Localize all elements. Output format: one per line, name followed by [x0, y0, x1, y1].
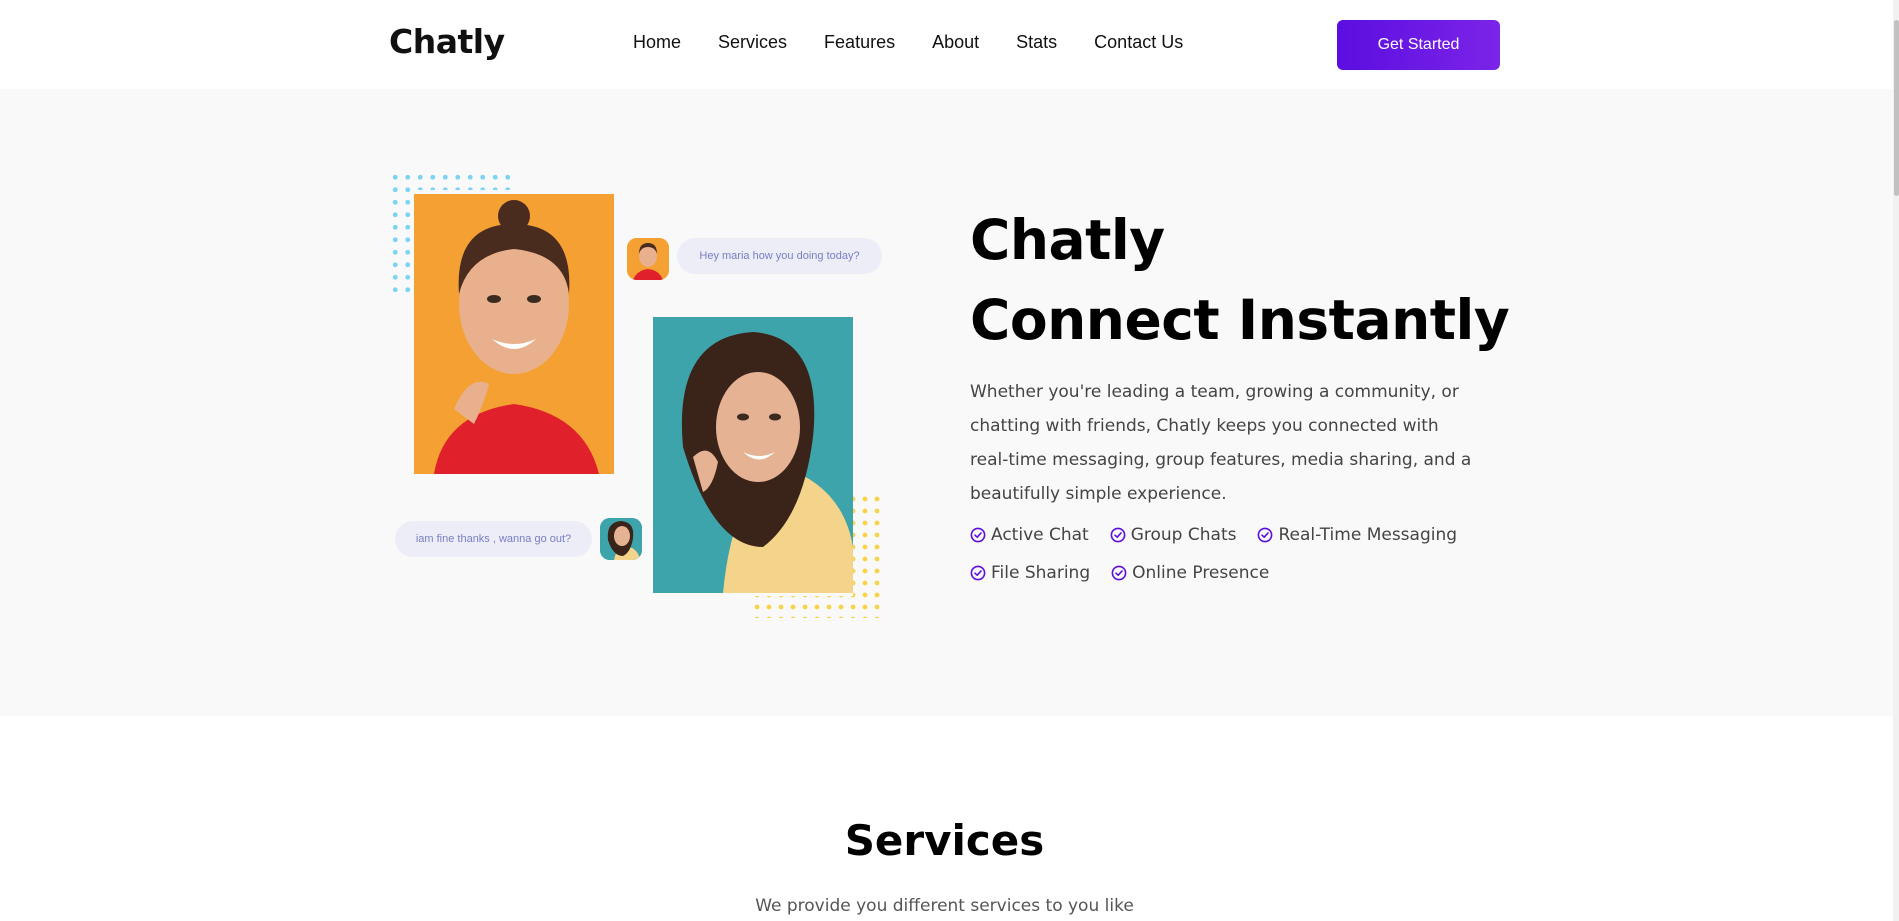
- logo[interactable]: Chatly: [389, 22, 505, 61]
- get-started-button[interactable]: Get Started: [1337, 20, 1500, 70]
- hero-description: Whether you're leading a team, growing a…: [970, 382, 1472, 504]
- feature-item: File Sharing: [970, 561, 1090, 585]
- feature-label: Group Chats: [1130, 525, 1237, 545]
- feature-item: Online Presence: [1111, 561, 1269, 585]
- hero-section: [0, 89, 1899, 716]
- hero-photo-woman-teal: [653, 317, 853, 593]
- hero-photo-woman-orange: [414, 194, 614, 474]
- check-circle-icon: [1110, 527, 1126, 543]
- hero-title: Chatly Connect Instantly: [970, 200, 1510, 360]
- feature-label: Active Chat: [991, 525, 1089, 545]
- nav-link-home[interactable]: Home: [633, 32, 681, 53]
- services-title: Services: [844, 816, 1045, 865]
- nav-link-contact[interactable]: Contact Us: [1094, 32, 1183, 53]
- feature-label: File Sharing: [991, 563, 1091, 583]
- feature-item: Group Chats: [1110, 523, 1237, 547]
- feature-list: Active Chat Group Chats Real-Time Messag…: [970, 523, 1490, 585]
- nav-links: Home Services Features About Stats Conta…: [633, 32, 1220, 53]
- feature-label: Real-Time Messaging: [1278, 525, 1458, 545]
- chat-bubble-reply: iam fine thanks , wanna go out?: [395, 521, 592, 557]
- hero-title-line-2: Connect Instantly: [970, 288, 1510, 352]
- feature-item: Active Chat: [970, 523, 1089, 547]
- chat-avatar: [627, 238, 669, 280]
- scrollbar-thumb[interactable]: [1894, 20, 1899, 196]
- check-circle-icon: [1258, 527, 1273, 543]
- chat-avatar: [600, 518, 642, 560]
- check-circle-icon: [970, 527, 986, 543]
- services-subtitle: We provide you different services to you…: [755, 896, 1134, 916]
- nav-link-services[interactable]: Services: [718, 32, 787, 53]
- chat-bubble-incoming: Hey maria how you doing today?: [677, 238, 882, 274]
- check-circle-icon: [1111, 565, 1127, 581]
- hero-title-line-1: Chatly: [970, 208, 1165, 272]
- check-circle-icon: [970, 565, 986, 581]
- nav-link-stats[interactable]: Stats: [1016, 32, 1057, 53]
- feature-label: Online Presence: [1132, 563, 1270, 583]
- feature-item: Real-Time Messaging: [1257, 523, 1457, 547]
- nav-link-features[interactable]: Features: [824, 32, 895, 53]
- nav-link-about[interactable]: About: [932, 32, 979, 53]
- top-navbar: Chatly Home Services Features About Stat…: [0, 0, 1899, 89]
